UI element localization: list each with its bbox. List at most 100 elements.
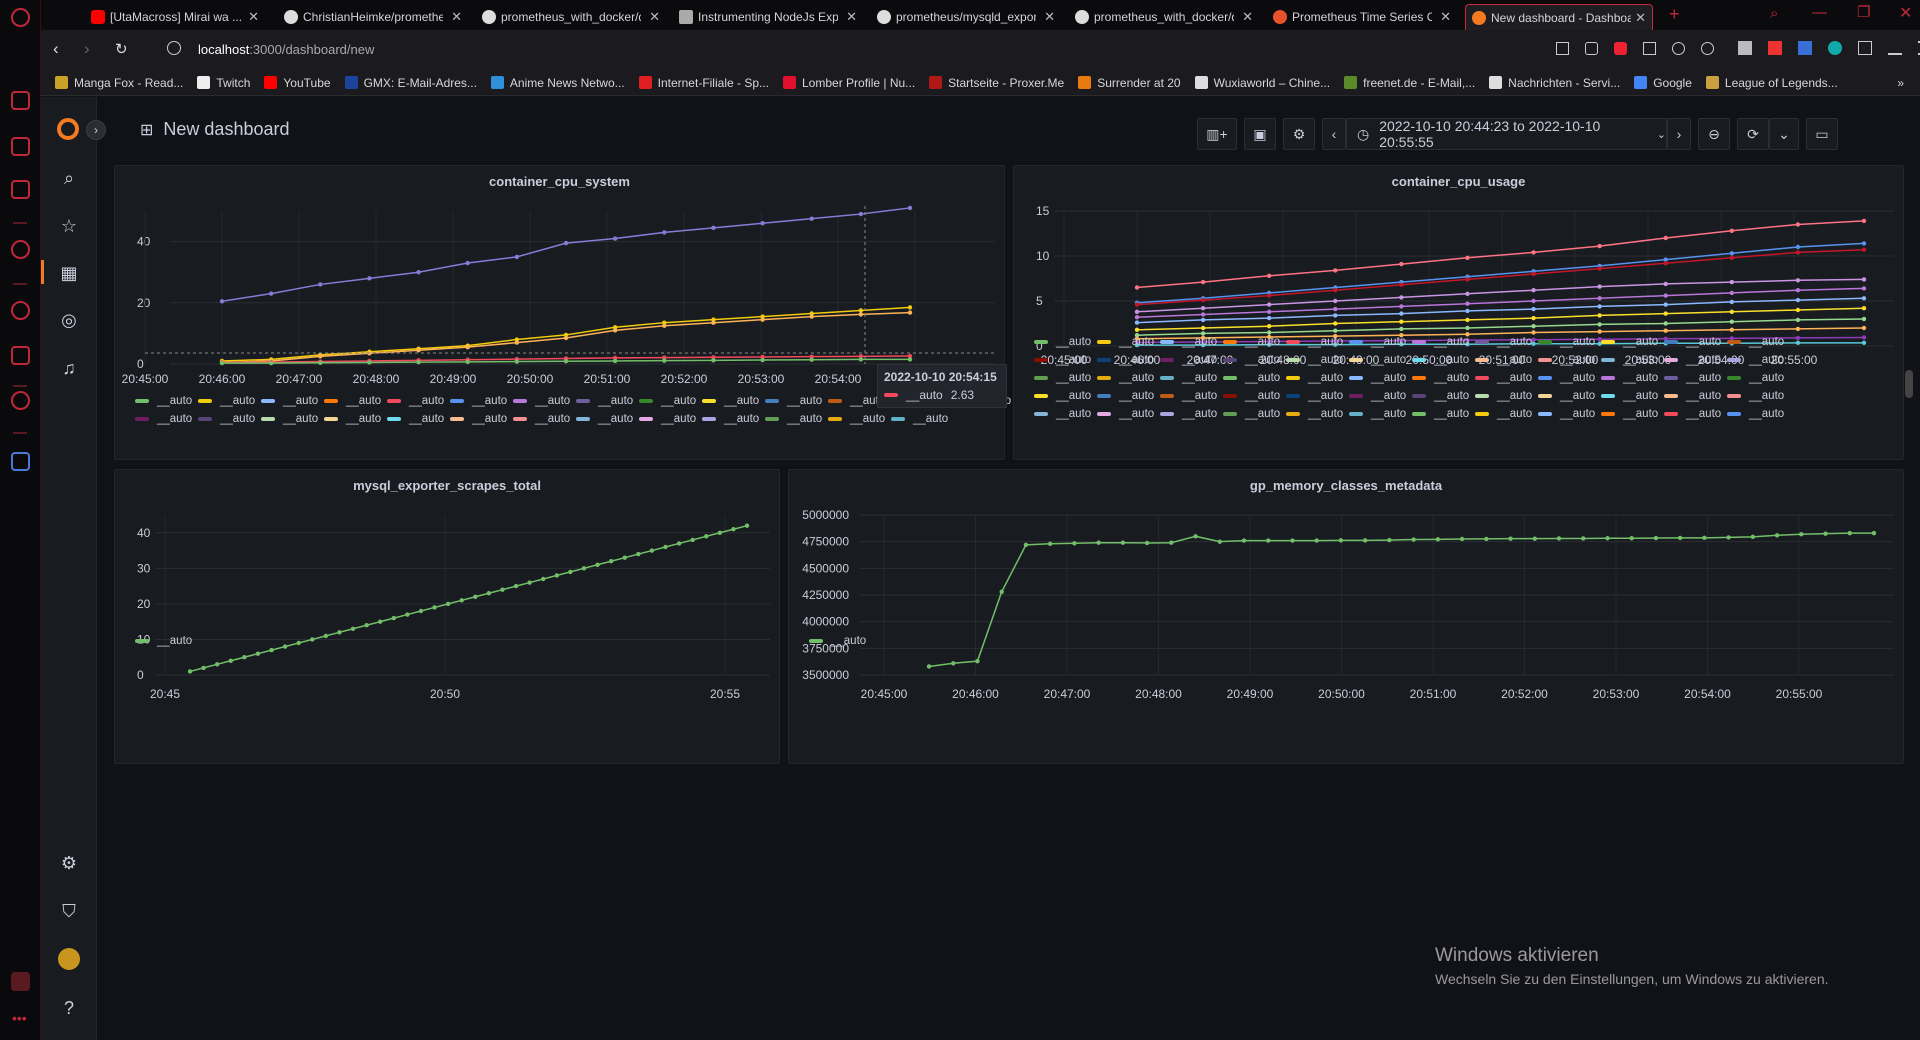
bookmark-item[interactable]: Surrender at 20 (1078, 76, 1181, 90)
scrollbar[interactable] (1905, 165, 1915, 1035)
legend-item[interactable]: __auto (1664, 390, 1721, 402)
tv-mode-button[interactable]: ▭ (1806, 118, 1838, 150)
back-button[interactable]: ‹ (53, 39, 59, 59)
legend-item[interactable]: __auto (1664, 372, 1721, 384)
legend-item[interactable]: __auto (1097, 354, 1154, 366)
legend-item[interactable]: __auto (1286, 336, 1343, 348)
zoom-out-button[interactable]: ⊖ (1698, 118, 1730, 150)
legend-item[interactable]: __auto (1349, 390, 1406, 402)
legend-item[interactable]: __auto (1412, 354, 1469, 366)
reload-button[interactable]: ↻ (115, 40, 128, 58)
user-avatar[interactable] (58, 948, 80, 970)
legend-item[interactable]: __auto (576, 413, 633, 425)
close-icon[interactable]: ✕ (846, 9, 857, 25)
sidebar-bag-icon[interactable] (11, 137, 30, 156)
tab-2[interactable]: ChristianHeimke/promethe ✕ (278, 4, 468, 30)
legend-item[interactable]: __auto (1664, 354, 1721, 366)
legend-item[interactable]: __auto (1727, 408, 1784, 420)
legend-item[interactable]: __auto (1349, 408, 1406, 420)
legend-item[interactable]: __auto (1475, 390, 1532, 402)
close-icon[interactable]: ✕ (248, 9, 259, 25)
time-picker[interactable]: ◷ 2022-10-10 20:44:23 to 2022-10-10 20:55… (1346, 118, 1667, 150)
legend-item[interactable]: __auto (1160, 336, 1217, 348)
bookmark-item[interactable]: Google (1634, 76, 1692, 90)
legend-item[interactable]: __auto (261, 395, 318, 407)
legend-item[interactable]: __auto (1223, 336, 1280, 348)
legend-item[interactable]: __auto (1475, 372, 1532, 384)
add-panel-button[interactable]: ▥+ (1197, 118, 1237, 150)
legend-item[interactable]: __auto (702, 395, 759, 407)
legend-item[interactable]: __auto (198, 413, 255, 425)
search-icon[interactable]: ⌕ (58, 167, 80, 189)
legend-item[interactable]: __auto (1223, 408, 1280, 420)
time-shift-forward-button[interactable]: › (1667, 118, 1691, 150)
close-icon[interactable]: ✕ (451, 9, 462, 25)
tab-8-active[interactable]: New dashboard - Dashboa ✕ (1465, 4, 1653, 30)
legend-item[interactable]: __auto (387, 395, 444, 407)
close-icon[interactable]: ✕ (1242, 9, 1253, 25)
search-tabs-icon[interactable]: ⌕ (1770, 5, 1778, 22)
legend-item[interactable]: __auto (702, 413, 759, 425)
legend-item[interactable]: __auto (1097, 390, 1154, 402)
time-shift-back-button[interactable]: ‹ (1322, 118, 1346, 150)
page-title[interactable]: ⊞ New dashboard (140, 119, 290, 140)
bookmark-item[interactable]: Anime News Netwo... (490, 76, 625, 90)
legend-item[interactable]: __auto (261, 413, 318, 425)
legend-item[interactable]: __auto (135, 635, 192, 647)
legend-item[interactable]: __auto (1538, 390, 1595, 402)
bookmark-item[interactable]: Nachrichten - Servi... (1489, 76, 1620, 90)
legend-item[interactable]: __auto (1349, 354, 1406, 366)
legend-item[interactable]: __auto (1160, 372, 1217, 384)
legend-item[interactable]: __auto (1538, 354, 1595, 366)
new-tab-button[interactable]: + (1669, 4, 1680, 25)
edit-icon[interactable] (1556, 42, 1569, 55)
legend-item[interactable]: __auto (1097, 336, 1154, 348)
help-icon[interactable]: ? (58, 997, 80, 1019)
legend-item[interactable]: __auto (1286, 408, 1343, 420)
dashboard-settings-button[interactable]: ⚙ (1283, 118, 1315, 150)
legend-item[interactable]: __auto (1601, 408, 1658, 420)
legend-item[interactable]: __auto (891, 413, 948, 425)
legend-item[interactable]: __auto (1475, 336, 1532, 348)
extension-3-icon[interactable] (1798, 41, 1812, 55)
play-icon[interactable] (1672, 42, 1685, 55)
legend-item[interactable]: __auto (1727, 336, 1784, 348)
sidebar-more-icon[interactable]: ••• (12, 1010, 27, 1026)
legend-item[interactable]: __auto (639, 413, 696, 425)
legend-item[interactable]: __auto (135, 395, 192, 407)
legend-item[interactable]: __auto (1538, 336, 1595, 348)
legend-item[interactable]: __auto (1538, 372, 1595, 384)
heart-icon[interactable] (1701, 42, 1714, 55)
legend-item[interactable]: __auto (1349, 336, 1406, 348)
legend-item[interactable]: __auto (1601, 354, 1658, 366)
panel-gp-memory-classes-metadata[interactable]: gp_memory_classes_metadata 3500000 375000… (788, 469, 1904, 764)
forward-button[interactable]: › (84, 39, 90, 59)
configuration-icon[interactable]: ⚙ (58, 852, 80, 874)
bookmark-item[interactable]: Wuxiaworld – Chine... (1194, 76, 1330, 90)
bookmark-item[interactable]: Startseite - Proxer.Me (929, 76, 1064, 90)
legend-item[interactable]: __auto (1601, 336, 1658, 348)
tab-4[interactable]: Instrumenting NodeJs Expr ✕ (673, 4, 863, 30)
sidebar-history-icon[interactable] (11, 301, 30, 320)
tab-6[interactable]: prometheus_with_docker/d ✕ (1069, 4, 1259, 30)
legend-item[interactable]: __auto (324, 395, 381, 407)
cube-icon[interactable] (1858, 41, 1872, 55)
tab-7[interactable]: Prometheus Time Series Co ✕ (1267, 4, 1457, 30)
legend-item[interactable]: __auto (1475, 354, 1532, 366)
legend-item[interactable]: __auto (1034, 372, 1091, 384)
sidebar-messenger-icon[interactable] (11, 91, 30, 110)
close-icon[interactable]: ✕ (1044, 9, 1055, 25)
legend-item[interactable]: __auto (1223, 372, 1280, 384)
bookmark-item[interactable]: League of Legends... (1705, 76, 1838, 90)
legend-item[interactable]: __auto (1223, 390, 1280, 402)
legend-item[interactable]: __auto (1538, 408, 1595, 420)
dashboards-icon[interactable]: ▦ (58, 262, 80, 284)
close-icon[interactable]: ✕ (1440, 9, 1451, 25)
site-info-icon[interactable] (167, 41, 181, 55)
legend-item[interactable]: __auto (1286, 372, 1343, 384)
legend-item[interactable]: __auto (1601, 390, 1658, 402)
bookmark-item[interactable]: Manga Fox - Read... (55, 76, 183, 90)
legend-item[interactable]: __auto (198, 395, 255, 407)
legend-item[interactable]: __auto (513, 395, 570, 407)
close-icon[interactable]: ✕ (649, 9, 660, 25)
